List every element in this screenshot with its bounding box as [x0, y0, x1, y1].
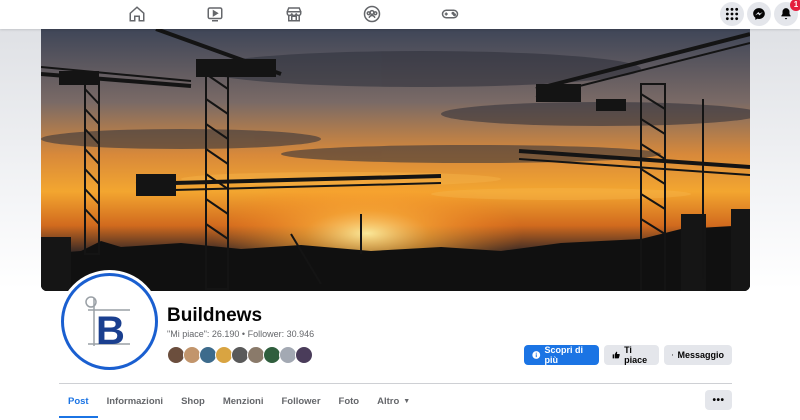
home-icon[interactable] [127, 4, 147, 24]
more-options-button[interactable]: ••• [705, 390, 732, 410]
learn-more-label: Scopri di più [544, 345, 584, 365]
messenger-icon[interactable] [747, 2, 771, 26]
menu-grid-icon[interactable] [720, 2, 744, 26]
message-label: Messaggio [677, 350, 724, 360]
gaming-icon[interactable] [440, 4, 460, 24]
page-stats[interactable]: "Mi piace": 26.190 • Follower: 30.946 [167, 329, 314, 339]
tab-shop[interactable]: Shop [172, 384, 214, 418]
page-title: Buildnews [167, 305, 263, 326]
friend-avatar[interactable] [295, 346, 313, 364]
message-button[interactable]: Messaggio [664, 345, 732, 365]
tab-altro[interactable]: Altro ▼ [368, 384, 419, 418]
caret-down-icon: ▼ [403, 397, 411, 405]
thumbs-up-icon [612, 351, 620, 359]
learn-more-button[interactable]: Scopri di più [524, 345, 599, 365]
messenger-icon [672, 354, 674, 356]
notification-badge: 1 [790, 0, 800, 11]
tab-post[interactable]: Post [59, 384, 98, 418]
video-icon[interactable] [205, 4, 225, 24]
groups-icon[interactable] [362, 4, 382, 24]
tab-menzioni[interactable]: Menzioni [214, 384, 273, 418]
like-button[interactable]: Ti piace [604, 345, 659, 365]
page-avatar[interactable]: B [61, 273, 158, 370]
tab-informazioni[interactable]: Informazioni [98, 384, 172, 418]
buildnews-logo: B [84, 295, 130, 353]
svg-text:B: B [96, 309, 125, 353]
info-icon [532, 351, 541, 359]
tab-foto[interactable]: Foto [330, 384, 369, 418]
cover-photo[interactable] [41, 29, 750, 291]
notifications-icon[interactable]: 1 [774, 0, 800, 26]
like-label: Ti piace [624, 345, 648, 365]
page-tabs: Post Informazioni Shop Menzioni Follower… [59, 384, 419, 418]
top-navigation-bar: 1 [0, 0, 800, 29]
friends-who-like [167, 346, 313, 364]
tab-follower[interactable]: Follower [272, 384, 329, 418]
marketplace-icon[interactable] [284, 4, 304, 24]
